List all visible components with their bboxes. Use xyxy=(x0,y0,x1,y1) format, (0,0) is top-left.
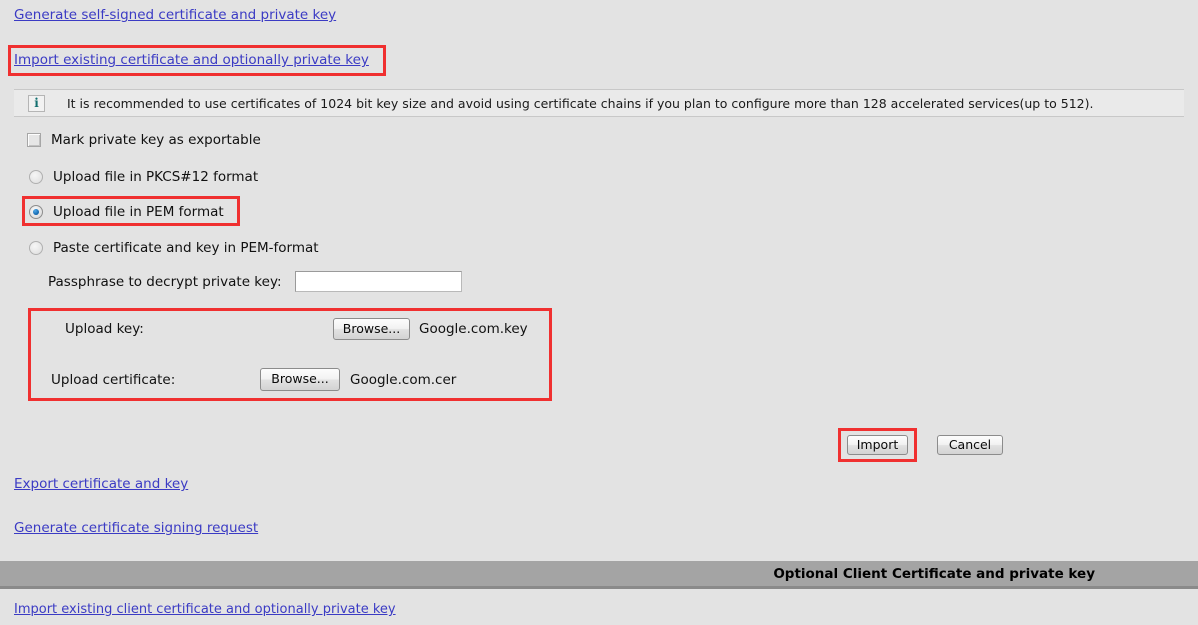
upload-certificate-filename: Google.com.cer xyxy=(350,371,457,388)
upload-key-label: Upload key: xyxy=(65,321,144,337)
upload-key-filename: Google.com.key xyxy=(419,321,528,337)
upload-certificate-row: Upload certificate: Browse... Google.com… xyxy=(51,368,456,391)
info-icon: i xyxy=(28,94,45,112)
info-banner-text: It is recommended to use certificates of… xyxy=(67,95,1094,111)
link-generate-self-signed-certificate[interactable]: Generate self-signed certificate and pri… xyxy=(14,7,336,23)
section-header-bar: Optional Client Certificate and private … xyxy=(0,561,1198,589)
checkbox-box-icon[interactable] xyxy=(27,133,41,147)
passphrase-input[interactable] xyxy=(294,271,462,292)
link-export-certificate-and-key[interactable]: Export certificate and key xyxy=(14,476,188,492)
upload-key-row: Upload key: Browse... Google.com.key xyxy=(65,318,528,340)
checkbox-label: Mark private key as exportable xyxy=(51,132,261,148)
upload-certificate-label: Upload certificate: xyxy=(51,371,176,388)
import-button[interactable]: Import xyxy=(847,435,908,455)
radio-upload-pkcs12[interactable]: Upload file in PKCS#12 format xyxy=(29,169,258,185)
passphrase-label: Passphrase to decrypt private key: xyxy=(48,273,282,290)
passphrase-row: Passphrase to decrypt private key: xyxy=(48,271,462,292)
radio-button-icon[interactable] xyxy=(29,241,43,255)
browse-key-button[interactable]: Browse... xyxy=(333,318,410,340)
checkbox-mark-private-key-exportable[interactable]: Mark private key as exportable xyxy=(27,132,261,148)
cancel-button[interactable]: Cancel xyxy=(937,435,1003,455)
browse-certificate-button[interactable]: Browse... xyxy=(260,368,340,391)
radio-upload-pem[interactable]: Upload file in PEM format xyxy=(29,204,224,220)
link-import-existing-client-certificate[interactable]: Import existing client certificate and o… xyxy=(14,602,396,617)
radio-label-paste-pem: Paste certificate and key in PEM-format xyxy=(53,240,319,256)
radio-label-pem: Upload file in PEM format xyxy=(53,204,224,220)
info-banner: i It is recommended to use certificates … xyxy=(14,89,1184,117)
radio-label-pkcs12: Upload file in PKCS#12 format xyxy=(53,169,259,185)
section-header-title: Optional Client Certificate and private … xyxy=(773,565,1095,582)
radio-button-icon[interactable] xyxy=(29,170,43,184)
link-generate-certificate-signing-request[interactable]: Generate certificate signing request xyxy=(14,520,258,536)
radio-button-selected-icon[interactable] xyxy=(29,205,43,219)
link-import-existing-certificate[interactable]: Import existing certificate and optional… xyxy=(14,52,369,68)
radio-paste-pem[interactable]: Paste certificate and key in PEM-format xyxy=(29,240,319,256)
